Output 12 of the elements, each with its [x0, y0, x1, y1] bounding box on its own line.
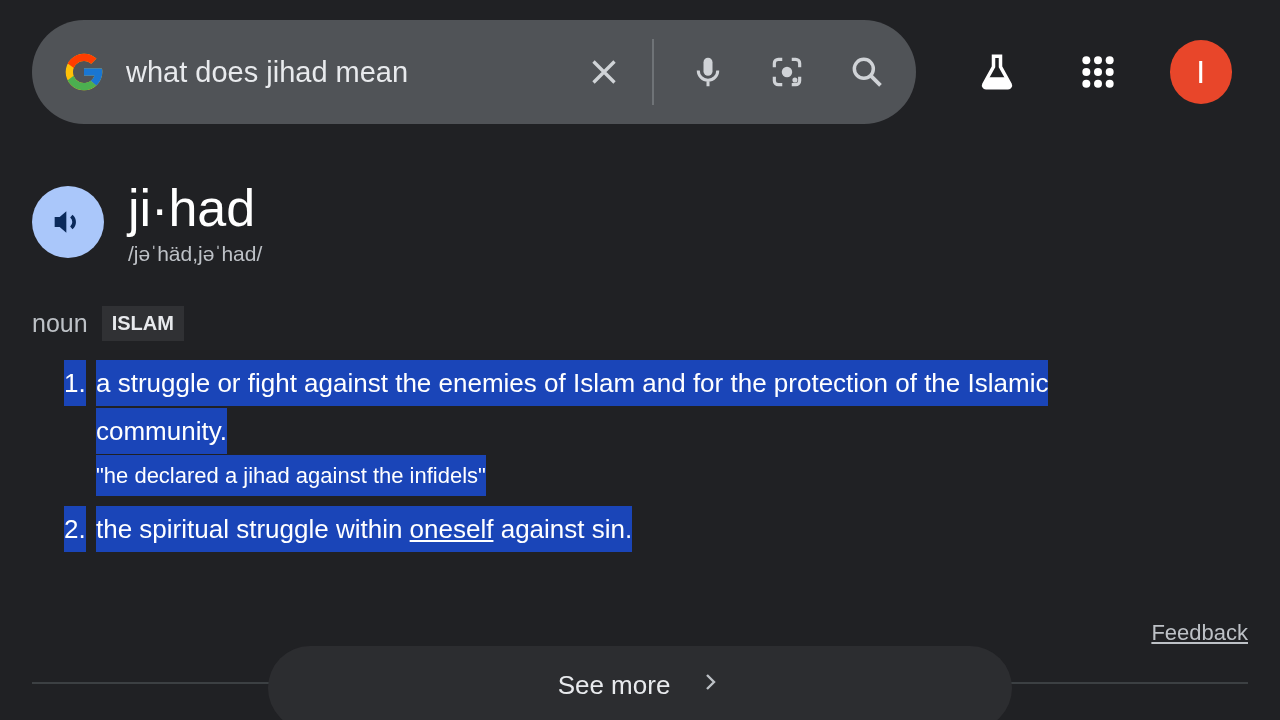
headword: ji·had — [128, 178, 257, 238]
see-more-button[interactable]: See more — [268, 646, 1012, 720]
avatar[interactable]: I — [1169, 40, 1232, 104]
subject-label: ISLAM — [101, 306, 184, 341]
feedback-link[interactable]: Feedback — [1151, 620, 1248, 646]
example-sentence: "he declared a jihad against the infidels" — [96, 455, 486, 496]
definition-number: 1. — [64, 360, 86, 406]
part-of-speech: noun — [32, 309, 88, 338]
word-link[interactable]: oneself — [409, 514, 494, 544]
definition-number: 2. — [64, 506, 86, 552]
search-field[interactable]: what does jihad mean — [126, 55, 544, 89]
pronunciation: /jəˈhäd,jəˈhad/ — [128, 242, 263, 266]
